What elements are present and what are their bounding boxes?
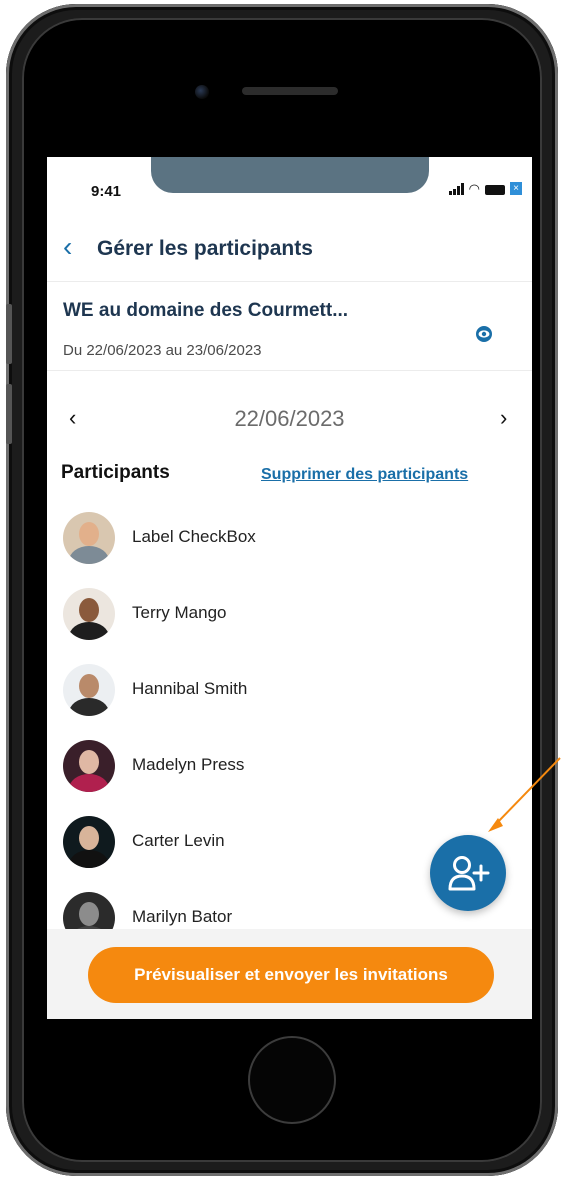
annotation-arrow (488, 757, 561, 832)
